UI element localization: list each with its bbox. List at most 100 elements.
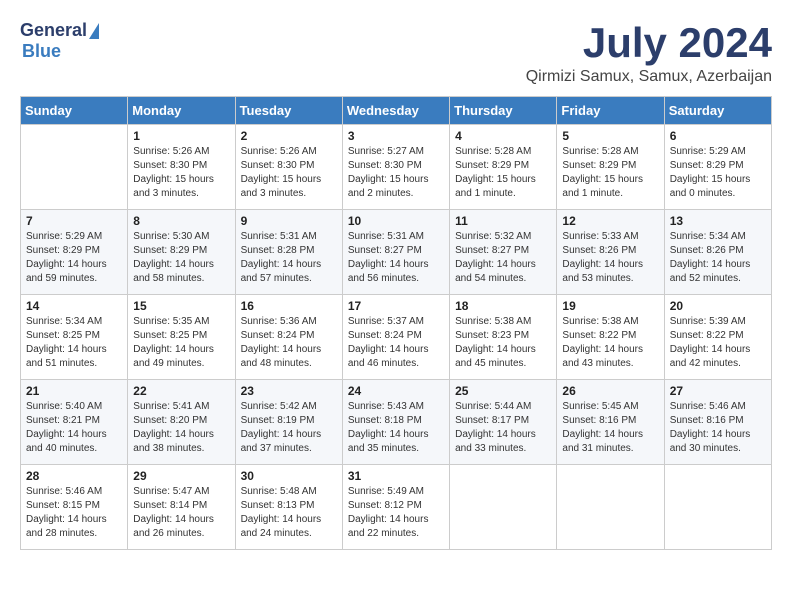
calendar-cell (664, 465, 771, 550)
day-number: 12 (562, 214, 658, 228)
calendar-cell: 21Sunrise: 5:40 AMSunset: 8:21 PMDayligh… (21, 380, 128, 465)
calendar-cell: 1Sunrise: 5:26 AMSunset: 8:30 PMDaylight… (128, 125, 235, 210)
day-number: 24 (348, 384, 444, 398)
calendar-cell: 12 Sunrise: 5:33 AMSunset: 8:26 PMDayligh… (557, 210, 664, 295)
day-info: Sunrise: 5:45 AMSunset: 8:16 PMDaylight:… (562, 400, 658, 456)
day-info: Sunrise: 5:38 AMSunset: 8:23 PMDaylight:… (455, 315, 551, 371)
day-info: Sunrise: 5:36 AMSunset: 8:24 PMDaylight:… (241, 315, 337, 371)
calendar-cell: 6Sunrise: 5:29 AMSunset: 8:29 PMDaylight… (664, 125, 771, 210)
weekday-header-row: SundayMondayTuesdayWednesdayThursdayFrid… (21, 97, 772, 125)
calendar-cell: 7 Sunrise: 5:29 AMSunset: 8:29 PMDaylight… (21, 210, 128, 295)
calendar-week-row: 1 Sunrise: 5:26 AMSunset: 8:30 PMDaylight… (21, 125, 772, 210)
calendar-cell (21, 125, 128, 210)
calendar-cell: 5 Sunrise: 5:28 AMSunset: 8:29 PMDaylight… (557, 125, 664, 210)
calendar-cell: 26 Sunrise: 5:45 AMSunset: 8:16 PMDayligh… (557, 380, 664, 465)
day-number: 21 (26, 384, 122, 398)
calendar-week-row: 14 Sunrise: 5:34 AMSunset: 8:25 PMDayligh… (21, 295, 772, 380)
calendar-cell: 31Sunrise: 5:49 AMSunset: 8:12 PMDayligh… (342, 465, 449, 550)
logo-icon (89, 23, 99, 39)
day-number: 8 (133, 214, 229, 228)
day-number: 14 (26, 299, 122, 313)
day-number: 10 (348, 214, 444, 228)
day-number: 7 (26, 214, 122, 228)
day-number: 6 (670, 129, 766, 143)
day-number: 5 (562, 129, 658, 143)
day-info: Sunrise: 5:29 AMSunset: 8:29 PMDaylight:… (26, 230, 122, 286)
page-header: General Blue July 2024 Qirmizi Samux, Sa… (20, 20, 772, 86)
day-number: 18 (455, 299, 551, 313)
day-number: 3 (348, 129, 444, 143)
day-info: Sunrise: 5:31 AMSunset: 8:28 PMDaylight:… (241, 230, 337, 286)
calendar-week-row: 21Sunrise: 5:40 AMSunset: 8:21 PMDayligh… (21, 380, 772, 465)
calendar-cell: 18 Sunrise: 5:38 AMSunset: 8:23 PMDayligh… (450, 295, 557, 380)
day-info: Sunrise: 5:43 AMSunset: 8:18 PMDaylight:… (348, 400, 444, 456)
calendar-cell: 15Sunrise: 5:35 AMSunset: 8:25 PMDayligh… (128, 295, 235, 380)
calendar-cell: 20Sunrise: 5:39 AMSunset: 8:22 PMDayligh… (664, 295, 771, 380)
day-info: Sunrise: 5:30 AMSunset: 8:29 PMDaylight:… (133, 230, 229, 286)
day-number: 28 (26, 469, 122, 483)
weekday-header-monday: Monday (128, 97, 235, 125)
calendar-cell: 23 Sunrise: 5:42 AMSunset: 8:19 PMDayligh… (235, 380, 342, 465)
weekday-header-thursday: Thursday (450, 97, 557, 125)
calendar-table: SundayMondayTuesdayWednesdayThursdayFrid… (20, 96, 772, 550)
day-info: Sunrise: 5:38 AMSunset: 8:22 PMDaylight:… (562, 315, 658, 371)
calendar-cell: 9Sunrise: 5:31 AMSunset: 8:28 PMDaylight… (235, 210, 342, 295)
logo: General Blue (20, 20, 99, 62)
day-number: 23 (241, 384, 337, 398)
day-number: 2 (241, 129, 337, 143)
logo-text: General (20, 20, 99, 41)
calendar-cell (450, 465, 557, 550)
day-number: 29 (133, 469, 229, 483)
day-info: Sunrise: 5:46 AMSunset: 8:16 PMDaylight:… (670, 400, 766, 456)
day-number: 4 (455, 129, 551, 143)
title-block: July 2024 Qirmizi Samux, Samux, Azerbaij… (526, 20, 772, 86)
calendar-cell: 29 Sunrise: 5:47 AMSunset: 8:14 PMDayligh… (128, 465, 235, 550)
day-number: 25 (455, 384, 551, 398)
day-number: 19 (562, 299, 658, 313)
day-info: Sunrise: 5:47 AMSunset: 8:14 PMDaylight:… (133, 485, 229, 541)
calendar-cell: 27 Sunrise: 5:46 AMSunset: 8:16 PMDayligh… (664, 380, 771, 465)
calendar-cell: 13 Sunrise: 5:34 AMSunset: 8:26 PMDayligh… (664, 210, 771, 295)
day-info: Sunrise: 5:32 AMSunset: 8:27 PMDaylight:… (455, 230, 551, 286)
day-info: Sunrise: 5:46 AMSunset: 8:15 PMDaylight:… (26, 485, 122, 541)
calendar-cell: 30Sunrise: 5:48 AMSunset: 8:13 PMDayligh… (235, 465, 342, 550)
day-info: Sunrise: 5:34 AMSunset: 8:26 PMDaylight:… (670, 230, 766, 286)
calendar-cell: 8 Sunrise: 5:30 AMSunset: 8:29 PMDaylight… (128, 210, 235, 295)
day-info: Sunrise: 5:28 AMSunset: 8:29 PMDaylight:… (562, 145, 658, 201)
day-info: Sunrise: 5:42 AMSunset: 8:19 PMDaylight:… (241, 400, 337, 456)
calendar-cell: 22Sunrise: 5:41 AMSunset: 8:20 PMDayligh… (128, 380, 235, 465)
calendar-week-row: 28 Sunrise: 5:46 AMSunset: 8:15 PMDayligh… (21, 465, 772, 550)
weekday-header-friday: Friday (557, 97, 664, 125)
day-info: Sunrise: 5:34 AMSunset: 8:25 PMDaylight:… (26, 315, 122, 371)
weekday-header-sunday: Sunday (21, 97, 128, 125)
day-number: 1 (133, 129, 229, 143)
day-number: 16 (241, 299, 337, 313)
day-number: 26 (562, 384, 658, 398)
day-number: 17 (348, 299, 444, 313)
calendar-cell: 2 Sunrise: 5:26 AMSunset: 8:30 PMDaylight… (235, 125, 342, 210)
calendar-cell: 14 Sunrise: 5:34 AMSunset: 8:25 PMDayligh… (21, 295, 128, 380)
day-info: Sunrise: 5:27 AMSunset: 8:30 PMDaylight:… (348, 145, 444, 201)
day-info: Sunrise: 5:26 AMSunset: 8:30 PMDaylight:… (241, 145, 337, 201)
day-number: 27 (670, 384, 766, 398)
calendar-cell: 3 Sunrise: 5:27 AMSunset: 8:30 PMDaylight… (342, 125, 449, 210)
day-info: Sunrise: 5:33 AMSunset: 8:26 PMDaylight:… (562, 230, 658, 286)
day-info: Sunrise: 5:44 AMSunset: 8:17 PMDaylight:… (455, 400, 551, 456)
day-number: 13 (670, 214, 766, 228)
calendar-cell: 24 Sunrise: 5:43 AMSunset: 8:18 PMDayligh… (342, 380, 449, 465)
day-number: 11 (455, 214, 551, 228)
logo-blue: Blue (22, 41, 61, 61)
calendar-cell: 16 Sunrise: 5:36 AMSunset: 8:24 PMDayligh… (235, 295, 342, 380)
calendar-cell: 11 Sunrise: 5:32 AMSunset: 8:27 PMDayligh… (450, 210, 557, 295)
day-info: Sunrise: 5:37 AMSunset: 8:24 PMDaylight:… (348, 315, 444, 371)
logo-general: General (20, 20, 87, 41)
calendar-cell: 25 Sunrise: 5:44 AMSunset: 8:17 PMDayligh… (450, 380, 557, 465)
calendar-week-row: 7 Sunrise: 5:29 AMSunset: 8:29 PMDaylight… (21, 210, 772, 295)
day-number: 20 (670, 299, 766, 313)
calendar-cell: 17 Sunrise: 5:37 AMSunset: 8:24 PMDayligh… (342, 295, 449, 380)
day-info: Sunrise: 5:35 AMSunset: 8:25 PMDaylight:… (133, 315, 229, 371)
calendar-cell: 19 Sunrise: 5:38 AMSunset: 8:22 PMDayligh… (557, 295, 664, 380)
weekday-header-saturday: Saturday (664, 97, 771, 125)
day-info: Sunrise: 5:48 AMSunset: 8:13 PMDaylight:… (241, 485, 337, 541)
calendar-cell: 4Sunrise: 5:28 AMSunset: 8:29 PMDaylight… (450, 125, 557, 210)
